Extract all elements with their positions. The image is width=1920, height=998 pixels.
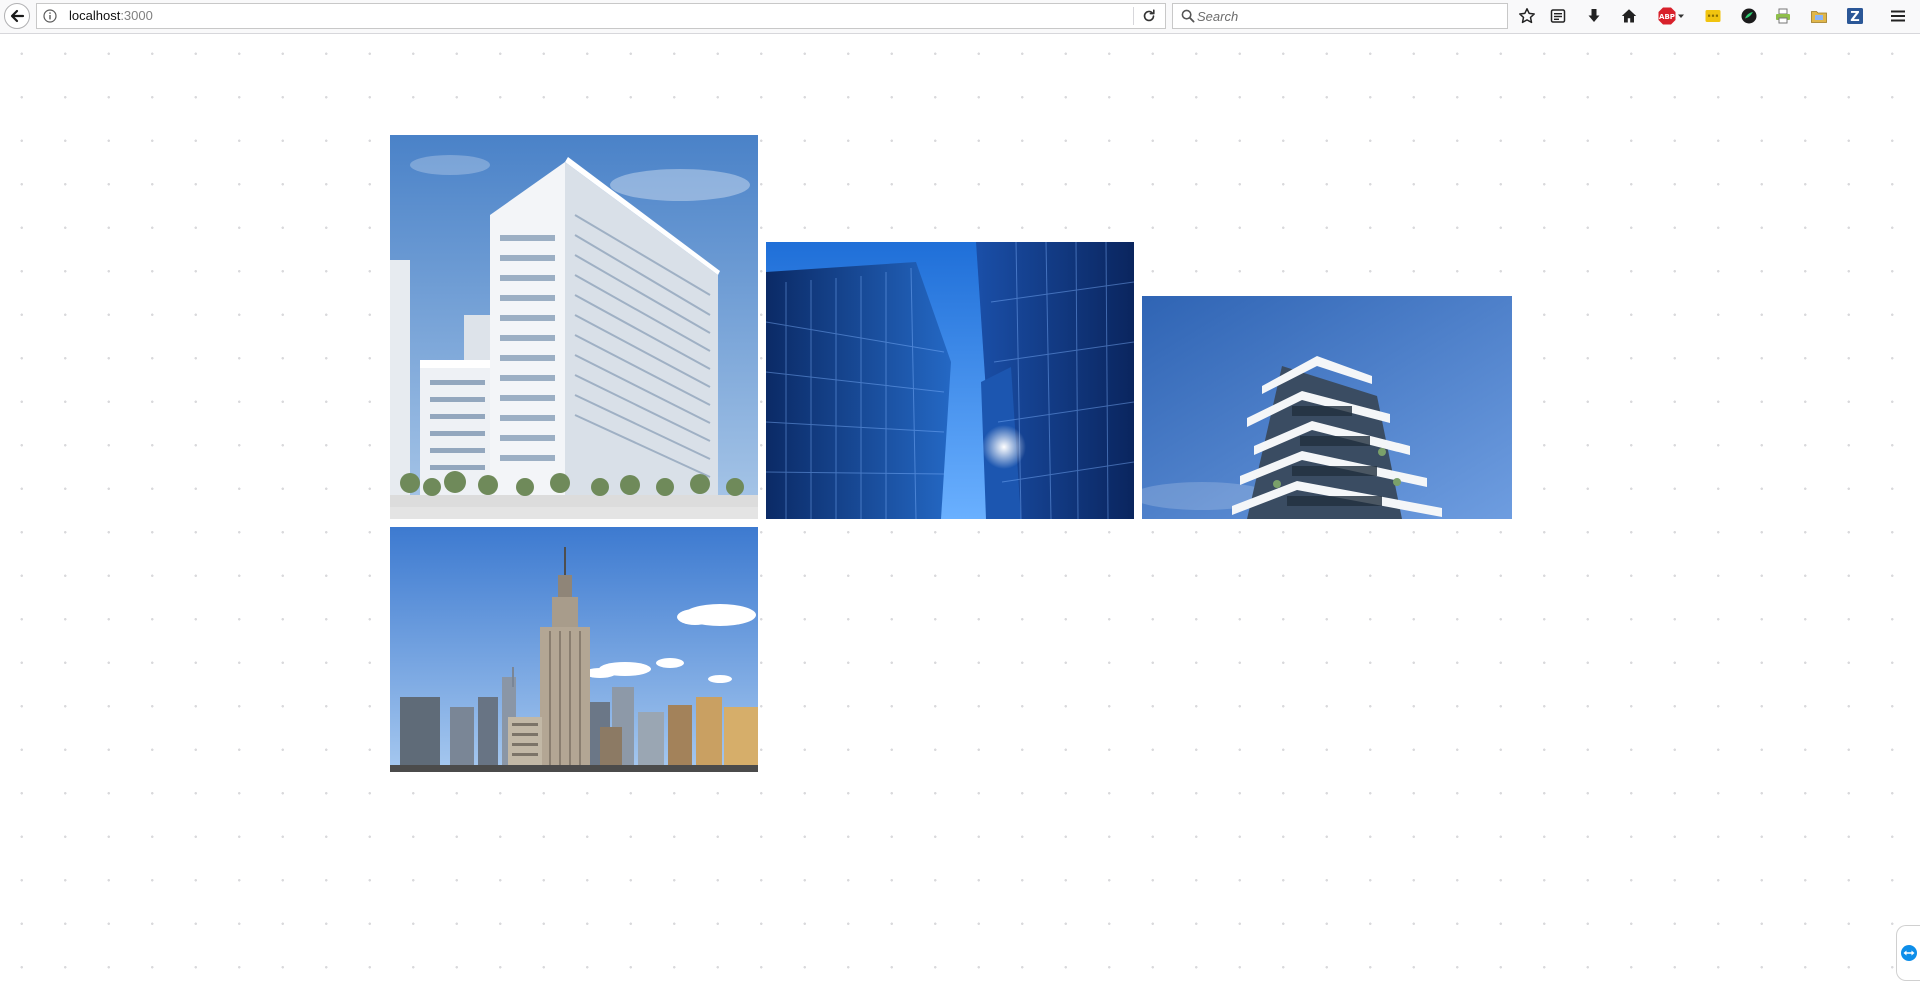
extension-yellow-button[interactable] [1701,4,1725,28]
info-icon[interactable] [43,9,57,23]
extension-yellow-icon [1705,10,1721,22]
browser-toolbar: localhost:3000 Search ABP Z [0,0,1920,34]
bookmark-star-button[interactable] [1515,4,1539,28]
page-content [0,35,1920,998]
extension-green-button[interactable] [1737,4,1761,28]
url-bar[interactable]: localhost:3000 [36,3,1166,29]
url-host: localhost [69,8,121,23]
zotero-button[interactable]: Z [1843,4,1867,28]
url-text[interactable]: localhost:3000 [69,4,153,28]
home-icon [1621,9,1637,23]
svg-text:Z: Z [1850,10,1859,25]
adblock-plus-icon: ABP [1658,7,1676,25]
search-input[interactable] [1197,6,1497,26]
reload-icon[interactable] [1141,8,1157,24]
url-port: :3000 [120,8,153,23]
gallery-image-white-office-tower[interactable] [390,135,758,519]
gallery-image-empire-state-skyline[interactable] [390,527,758,772]
search-bar[interactable] [1172,3,1508,29]
extension-folder-icon [1811,11,1827,23]
back-button[interactable] [4,3,30,29]
extension-printer-button[interactable] [1771,4,1795,28]
hamburger-menu-icon [1891,10,1905,22]
teamviewer-side-widget[interactable] [1896,925,1920,981]
svg-text:ABP: ABP [1659,13,1675,21]
download-icon [1588,9,1600,22]
adblock-plus-button[interactable]: ABP [1654,4,1688,28]
gallery-image-balcony-apartment-building[interactable] [1142,296,1512,519]
downloads-button[interactable] [1582,4,1606,28]
menu-button[interactable] [1886,4,1910,28]
back-arrow-icon [10,9,25,23]
teamviewer-icon [1900,945,1917,961]
gallery-image-blue-glass-skyscrapers[interactable] [766,242,1134,519]
url-divider [1133,7,1134,25]
reading-list-icon [1550,9,1566,23]
extension-printer-icon [1776,8,1790,24]
reading-list-button[interactable] [1546,4,1570,28]
bookmark-star-icon [1519,8,1535,24]
search-icon [1181,9,1195,23]
extension-green-circle-icon [1741,8,1757,24]
zotero-icon: Z [1847,8,1863,25]
chevron-down-icon [1678,14,1684,18]
home-button[interactable] [1617,4,1641,28]
extension-folder-button[interactable] [1807,4,1831,28]
